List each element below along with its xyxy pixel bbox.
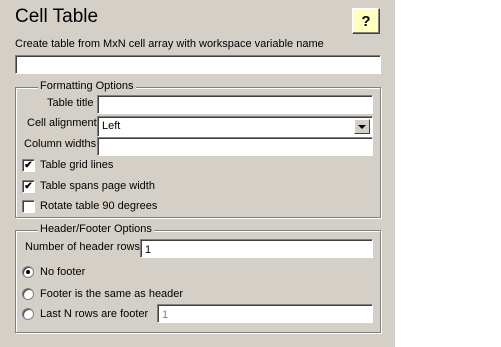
column-widths-input[interactable] <box>97 137 373 156</box>
dropdown-button[interactable] <box>354 119 370 134</box>
no-footer-radio[interactable] <box>22 266 34 278</box>
table-title-label: Table title <box>47 97 94 109</box>
check-icon: ✔ <box>24 159 33 171</box>
table-title-input[interactable] <box>97 95 373 114</box>
cell-alignment-value: Left <box>102 120 121 132</box>
grid-lines-label: Table grid lines <box>40 159 114 171</box>
cell-table-panel: Cell Table ? Create table from MxN cell … <box>0 0 395 347</box>
grid-lines-checkbox[interactable]: ✔ <box>22 159 35 172</box>
header-rows-input[interactable] <box>140 239 373 258</box>
last-n-rows-input[interactable] <box>157 304 373 323</box>
spans-width-checkbox[interactable]: ✔ <box>22 180 35 193</box>
formatting-options-legend: Formatting Options <box>38 80 136 92</box>
same-as-header-radio[interactable] <box>22 288 34 300</box>
rotate-label: Rotate table 90 degrees <box>40 200 158 212</box>
chevron-down-icon <box>358 124 366 129</box>
no-footer-label: No footer <box>40 266 86 278</box>
radio-selected-dot <box>26 270 30 274</box>
page-title: Cell Table <box>15 6 99 27</box>
cell-alignment-label: Cell alignment <box>27 117 97 129</box>
last-n-rows-label: Last N rows are footer <box>40 308 149 320</box>
help-icon: ? <box>361 12 371 30</box>
description-label: Create table from MxN cell array with wo… <box>15 38 324 50</box>
header-footer-legend: Header/Footer Options <box>38 223 154 235</box>
rotate-checkbox[interactable] <box>22 200 35 213</box>
spans-width-label: Table spans page width <box>40 180 155 192</box>
variable-name-input[interactable] <box>15 55 381 74</box>
help-button[interactable]: ? <box>352 8 380 34</box>
last-n-rows-radio[interactable] <box>22 308 34 320</box>
same-as-header-label: Footer is the same as header <box>40 288 184 300</box>
check-icon: ✔ <box>24 180 33 192</box>
cell-alignment-select[interactable]: Left <box>97 116 373 137</box>
header-rows-label: Number of header rows <box>25 241 140 253</box>
column-widths-label: Column widths <box>24 138 97 150</box>
